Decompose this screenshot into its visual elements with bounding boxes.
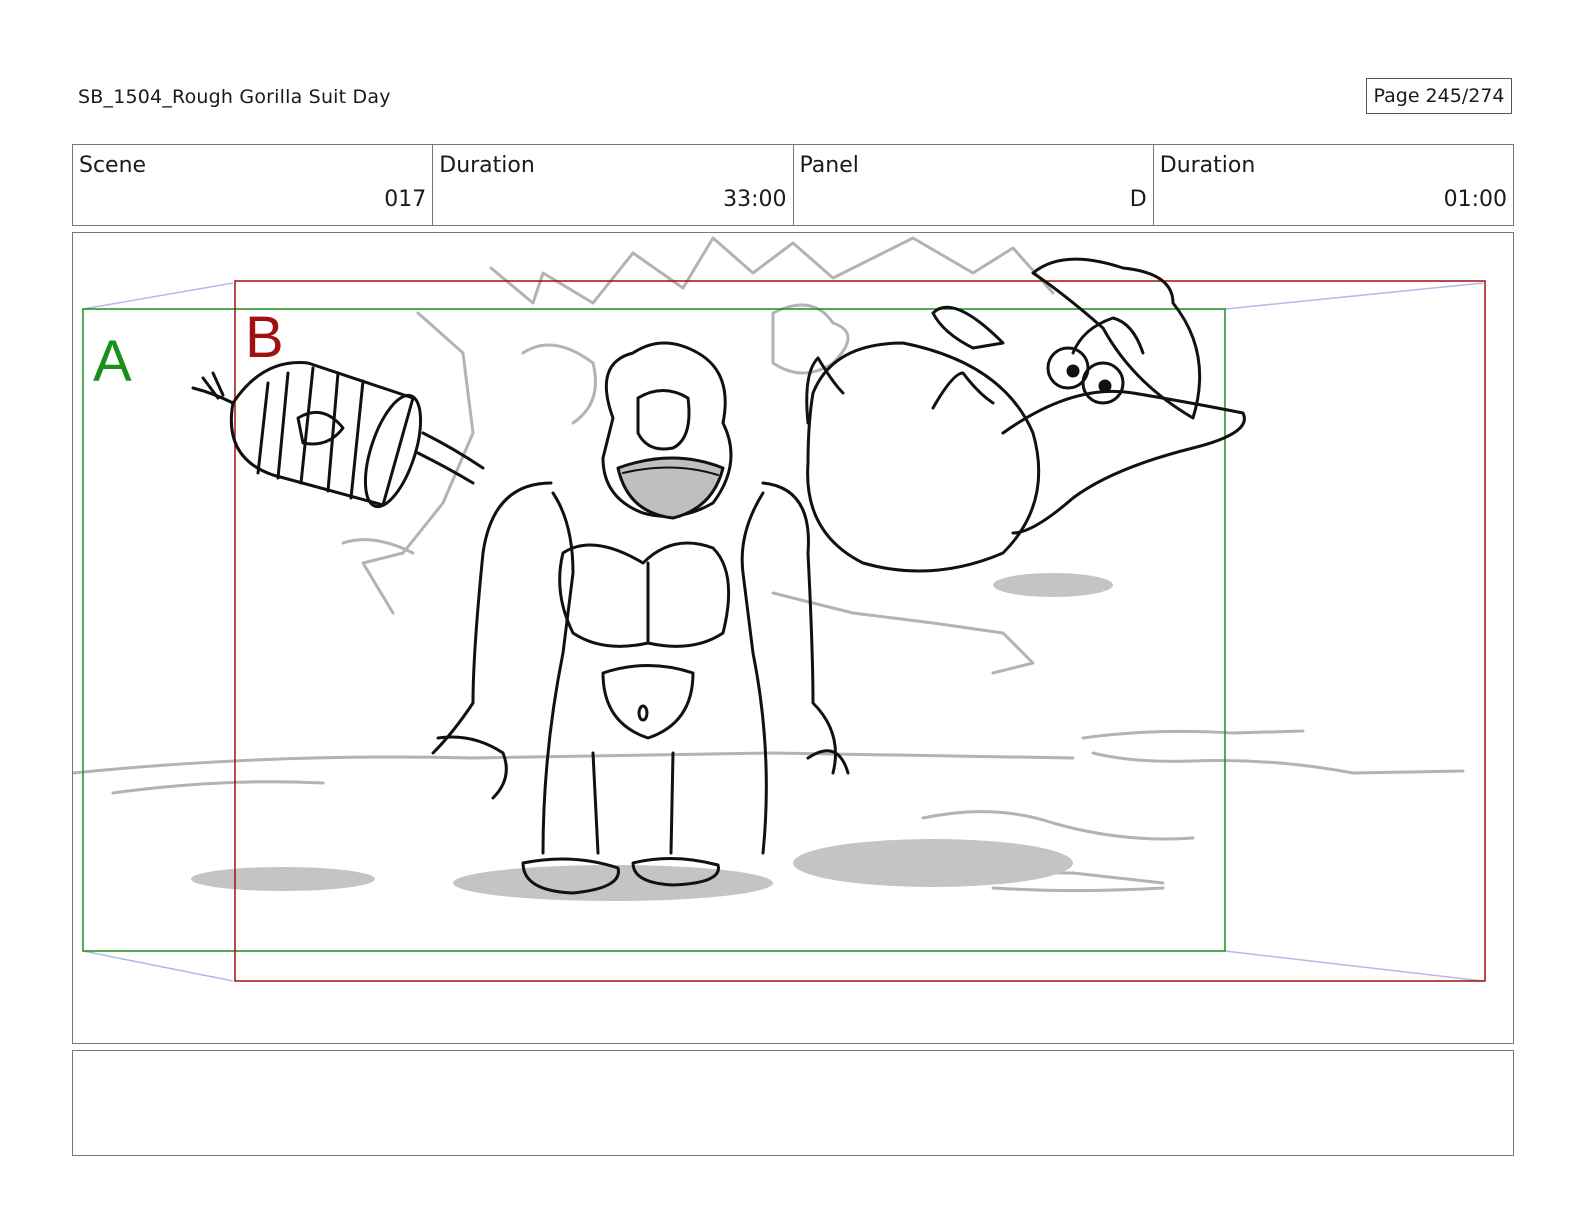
frame-a-label: A <box>93 329 132 394</box>
frame-b-label: B <box>245 305 284 370</box>
page-number: Page 245/274 <box>1366 78 1512 114</box>
scene-duration-value: 33:00 <box>723 187 787 212</box>
scene-info-table: Scene 017 Duration 33:00 Panel D Duratio… <box>72 144 1514 226</box>
birdcage-drawing <box>191 361 485 509</box>
patrick-drawing <box>805 257 1246 573</box>
panel-drawing: A B <box>73 236 1486 982</box>
scene-value: 017 <box>384 187 427 212</box>
document-title: SB_1504_Rough Gorilla Suit Day <box>78 86 391 108</box>
panel-duration-cell: Duration 01:00 <box>1154 145 1513 225</box>
panel-label: Panel <box>799 153 859 178</box>
scene-duration-cell: Duration 33:00 <box>433 145 794 225</box>
panel-value: D <box>1129 187 1147 212</box>
storyboard-panel: A B <box>72 232 1514 1044</box>
panel-notes <box>72 1050 1514 1156</box>
scene-label: Scene <box>79 153 147 178</box>
panel-cell: Panel D <box>794 145 1154 225</box>
panel-duration-label: Duration <box>1159 153 1256 178</box>
gorilla-drawing <box>431 341 850 895</box>
scene-duration-label: Duration <box>439 153 535 178</box>
panel-duration-value: 01:00 <box>1443 187 1507 212</box>
scene-cell: Scene 017 <box>73 145 434 225</box>
